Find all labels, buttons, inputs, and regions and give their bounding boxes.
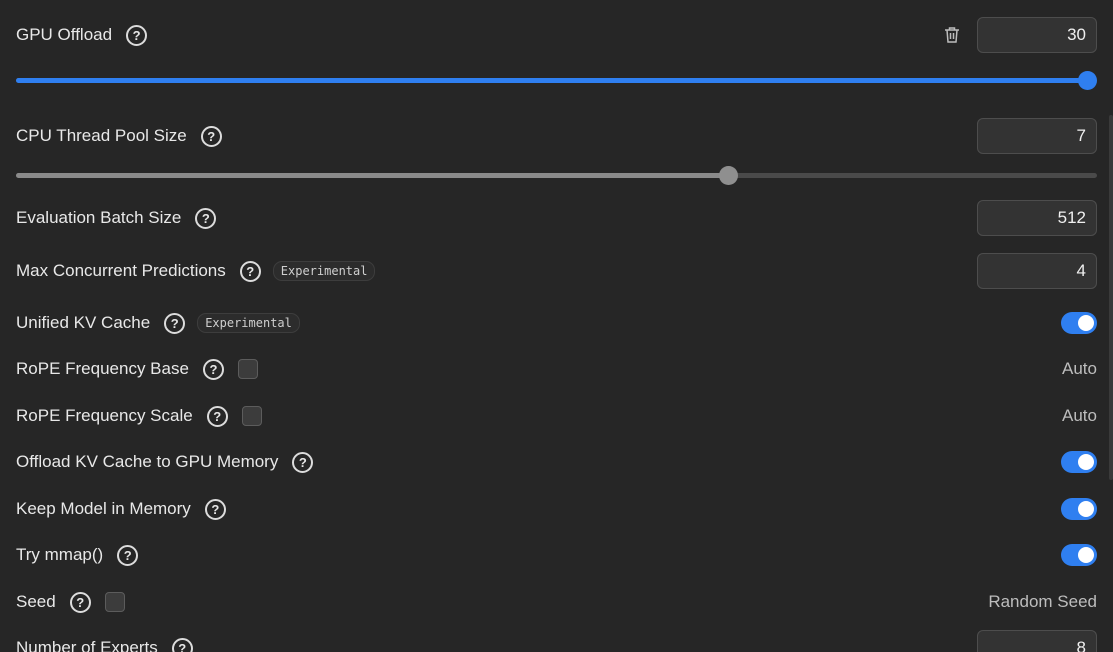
rope-base-row: RoPE Frequency Base ? Auto: [16, 357, 1097, 381]
gpu-offload-slider[interactable]: [16, 68, 1097, 92]
seed-row: Seed ? Random Seed: [16, 590, 1097, 614]
gpu-offload-row: GPU Offload ? 30: [16, 17, 1097, 53]
max-concurrent-row: Max Concurrent Predictions ? Experimenta…: [16, 253, 1097, 289]
help-icon[interactable]: ?: [126, 24, 148, 46]
help-icon[interactable]: ?: [204, 498, 226, 520]
rope-base-label: RoPE Frequency Base: [16, 359, 189, 378]
keep-model-label: Keep Model in Memory: [16, 499, 191, 518]
help-icon[interactable]: ?: [195, 207, 217, 229]
eval-batch-label: Evaluation Batch Size: [16, 208, 182, 227]
try-mmap-label: Try mmap(): [16, 545, 104, 564]
rope-scale-value: Auto: [1062, 406, 1097, 425]
help-icon[interactable]: ?: [69, 591, 91, 613]
unified-kv-label: Unified KV Cache: [16, 313, 151, 332]
help-icon[interactable]: ?: [206, 405, 228, 427]
rope-scale-checkbox[interactable]: [241, 406, 262, 426]
gpu-offload-input[interactable]: 30: [977, 17, 1097, 53]
gpu-offload-label: GPU Offload: [16, 25, 113, 44]
offload-kv-label: Offload KV Cache to GPU Memory: [16, 452, 279, 471]
num-experts-row: Number of Experts ? 8: [16, 630, 1097, 652]
scrollbar[interactable]: [1109, 115, 1113, 480]
cpu-thread-pool-row: CPU Thread Pool Size ? 7: [16, 118, 1097, 154]
seed-label: Seed: [16, 592, 56, 611]
seed-checkbox[interactable]: [104, 592, 125, 612]
help-icon[interactable]: ?: [239, 260, 261, 282]
help-icon[interactable]: ?: [200, 125, 222, 147]
slider-fill: [16, 173, 729, 178]
help-icon[interactable]: ?: [171, 637, 193, 652]
experimental-badge: Experimental: [197, 313, 300, 333]
cpu-thread-pool-label: CPU Thread Pool Size: [16, 126, 187, 145]
settings-panel: GPU Offload ? 30 CPU Thread Pool Size ? …: [0, 0, 1113, 652]
unified-kv-toggle[interactable]: [1061, 312, 1097, 334]
rope-scale-label: RoPE Frequency Scale: [16, 406, 193, 425]
offload-kv-toggle[interactable]: [1061, 451, 1097, 473]
eval-batch-row: Evaluation Batch Size ? 512: [16, 200, 1097, 236]
keep-model-toggle[interactable]: [1061, 498, 1097, 520]
keep-model-row: Keep Model in Memory ?: [16, 497, 1097, 521]
try-mmap-toggle[interactable]: [1061, 544, 1097, 566]
trash-icon[interactable]: [941, 24, 963, 46]
max-concurrent-label: Max Concurrent Predictions: [16, 261, 226, 280]
eval-batch-input[interactable]: 512: [977, 200, 1097, 236]
help-icon[interactable]: ?: [202, 358, 224, 380]
slider-thumb[interactable]: [1078, 71, 1097, 90]
rope-scale-row: RoPE Frequency Scale ? Auto: [16, 404, 1097, 428]
slider-fill: [16, 78, 1088, 83]
unified-kv-row: Unified KV Cache ? Experimental: [16, 311, 1097, 335]
num-experts-input[interactable]: 8: [977, 630, 1097, 652]
try-mmap-row: Try mmap() ?: [16, 543, 1097, 567]
cpu-thread-pool-slider[interactable]: [16, 163, 1097, 187]
help-icon[interactable]: ?: [292, 451, 314, 473]
rope-base-checkbox[interactable]: [237, 359, 258, 379]
slider-thumb[interactable]: [719, 166, 739, 185]
seed-value: Random Seed: [988, 592, 1097, 611]
cpu-thread-pool-input[interactable]: 7: [977, 118, 1097, 154]
help-icon[interactable]: ?: [164, 312, 186, 334]
offload-kv-row: Offload KV Cache to GPU Memory ?: [16, 450, 1097, 474]
num-experts-label: Number of Experts: [16, 638, 158, 652]
max-concurrent-input[interactable]: 4: [977, 253, 1097, 289]
help-icon[interactable]: ?: [117, 544, 139, 566]
experimental-badge: Experimental: [272, 261, 376, 281]
rope-base-value: Auto: [1062, 359, 1097, 378]
